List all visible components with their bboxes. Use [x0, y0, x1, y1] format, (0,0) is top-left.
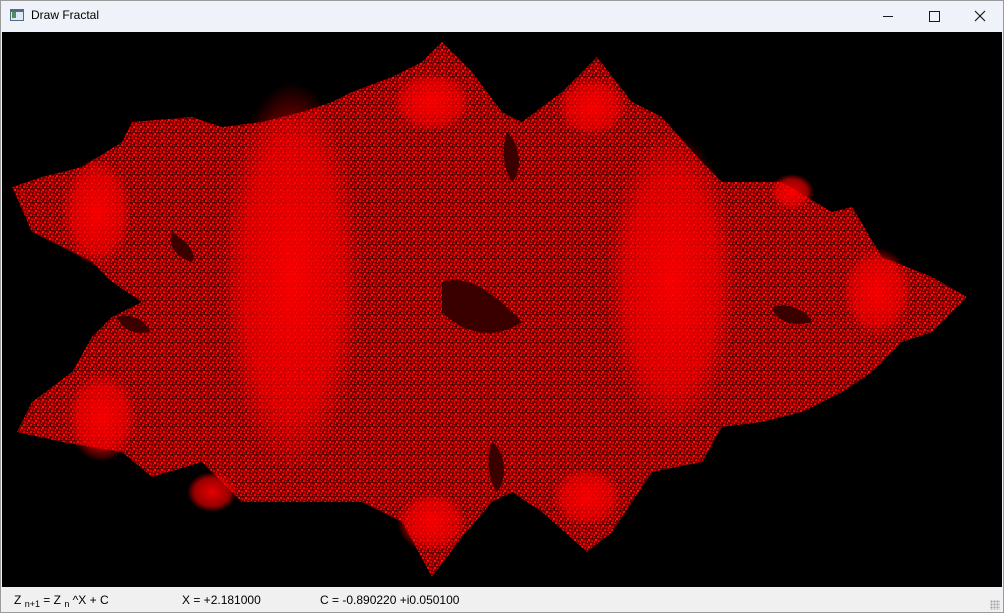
app-window: Draw Fractal Z n+1 = Z n ^X + C X = +2.1…	[0, 0, 1004, 613]
status-x-value: X = +2.181000	[182, 593, 261, 607]
app-window-icon[interactable]	[10, 9, 24, 21]
maximize-button[interactable]	[911, 1, 957, 31]
close-button[interactable]	[957, 1, 1003, 31]
title-bar[interactable]: Draw Fractal	[1, 1, 1003, 31]
status-bar: Z n+1 = Z n ^X + C X = +2.181000 C = -0.…	[2, 587, 1002, 612]
status-formula: Z n+1 = Z n ^X + C	[14, 593, 109, 609]
minimize-icon	[883, 15, 893, 17]
window-title: Draw Fractal	[31, 8, 100, 22]
status-c-value: C = -0.890220 +i0.050100	[320, 593, 460, 607]
minimize-button[interactable]	[865, 1, 911, 31]
close-icon	[974, 10, 986, 22]
fractal-canvas[interactable]	[2, 32, 1002, 587]
fractal-image	[12, 42, 967, 577]
resize-grip[interactable]	[990, 600, 1000, 610]
maximize-icon	[928, 10, 940, 22]
